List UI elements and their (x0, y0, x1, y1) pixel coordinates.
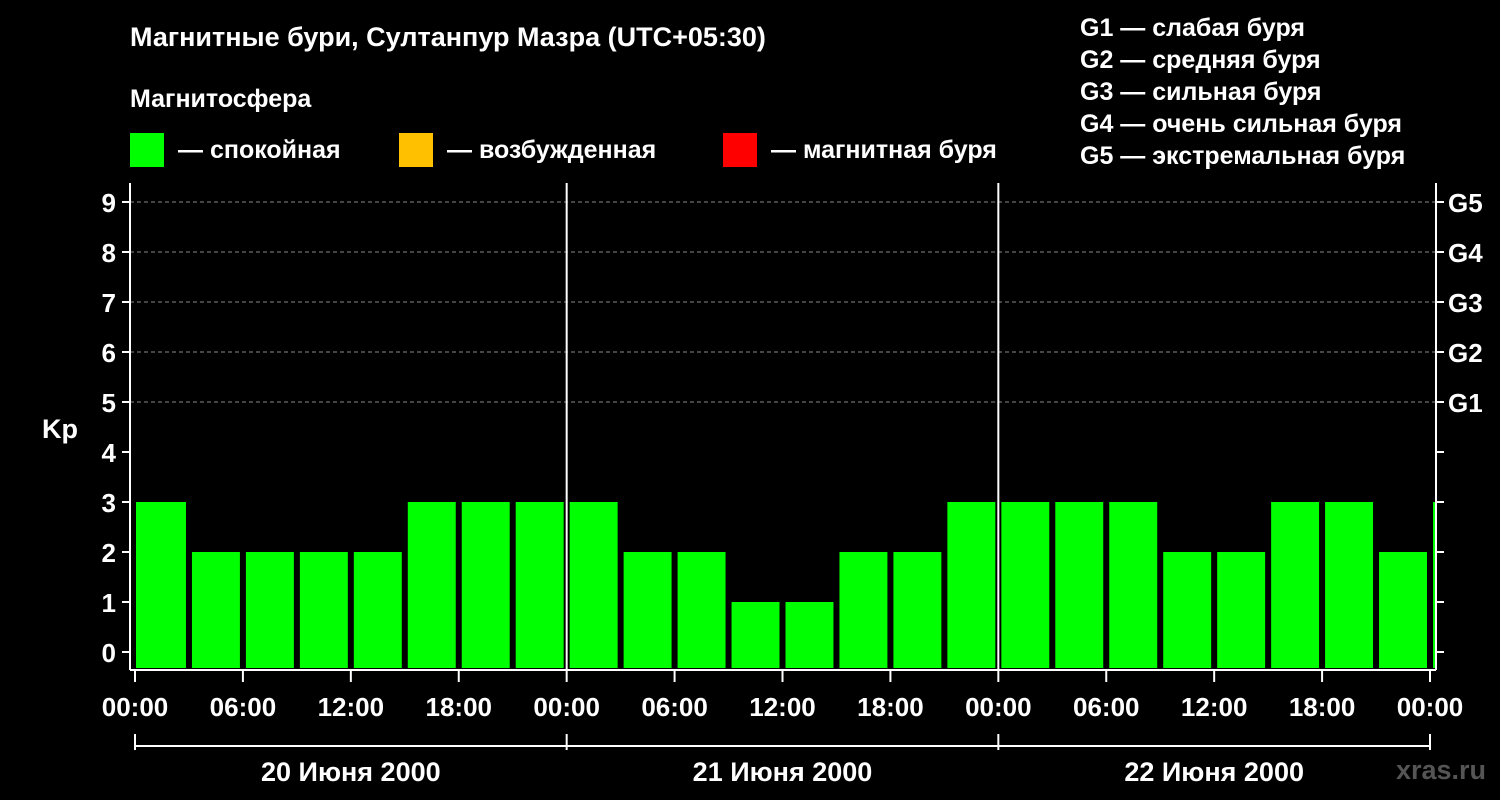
kp-bar (515, 502, 564, 668)
x-tick-label: 12:00 (1181, 692, 1248, 722)
g-axis-label: G5 (1448, 188, 1483, 218)
kp-bar (731, 602, 780, 668)
x-tick-label: 06:00 (1073, 692, 1140, 722)
kp-bar (1001, 502, 1050, 668)
kp-bar (245, 552, 294, 668)
kp-bar (1271, 502, 1320, 668)
kp-bar (1325, 502, 1374, 668)
x-tick-label: 12:00 (749, 692, 816, 722)
x-tick-label: 18:00 (857, 692, 924, 722)
kp-bar (136, 502, 186, 668)
kp-bar (191, 552, 240, 668)
kp-bar (1163, 552, 1212, 668)
kp-bar-chart: 0 1 2 3 4 5 6 7 8 9 G1 G2 G3 G4 G5 Kp 00:00 06:00 12:00 18:… (42, 183, 1483, 787)
x-tick-label: 18:00 (1289, 692, 1356, 722)
kp-bar (299, 552, 348, 668)
y-tick-label: 1 (102, 588, 116, 618)
day-label: 21 Июня 2000 (693, 757, 873, 787)
x-tick-label: 06:00 (210, 692, 277, 722)
x-tick-label: 18:00 (426, 692, 493, 722)
x-tick-label: 06:00 (641, 692, 708, 722)
kp-bar (1433, 502, 1435, 668)
kp-bar (1055, 502, 1104, 668)
kp-bar (893, 552, 942, 668)
g-axis-label: G2 (1448, 338, 1483, 368)
kp-bar (623, 552, 672, 668)
x-tick-label: 00:00 (965, 692, 1032, 722)
kp-bar (677, 552, 726, 668)
kp-bar (947, 502, 996, 668)
kp-bar (461, 502, 510, 668)
y-tick-label: 5 (102, 388, 116, 418)
kp-bar (1109, 502, 1158, 668)
y-tick-label: 9 (102, 188, 116, 218)
y-tick-label: 6 (102, 338, 116, 368)
y-tick-label: 7 (102, 288, 116, 318)
y-tick-label: 8 (102, 238, 116, 268)
x-tick-label: 00:00 (533, 692, 600, 722)
x-tick-label: 00:00 (1397, 692, 1464, 722)
kp-bar (839, 552, 888, 668)
kp-bar (1217, 552, 1266, 668)
y-tick-label: 0 (102, 638, 116, 668)
day-label: 20 Июня 2000 (261, 757, 441, 787)
y-tick-label: 3 (102, 488, 116, 518)
watermark: xras.ru (1395, 755, 1486, 785)
x-tick-label: 12:00 (318, 692, 385, 722)
kp-bar (407, 502, 456, 668)
y-axis-label: Kp (42, 414, 78, 444)
kp-bar (569, 502, 618, 668)
kp-bar (1379, 552, 1427, 668)
kp-bar (785, 602, 834, 668)
g-axis-label: G1 (1448, 388, 1483, 418)
g-axis-label: G4 (1448, 238, 1483, 268)
x-tick-label: 00:00 (102, 692, 169, 722)
y-tick-label: 4 (102, 438, 117, 468)
kp-bar (353, 552, 402, 668)
day-label: 22 Июня 2000 (1124, 757, 1304, 787)
y-tick-label: 2 (102, 538, 116, 568)
g-axis-label: G3 (1448, 288, 1483, 318)
